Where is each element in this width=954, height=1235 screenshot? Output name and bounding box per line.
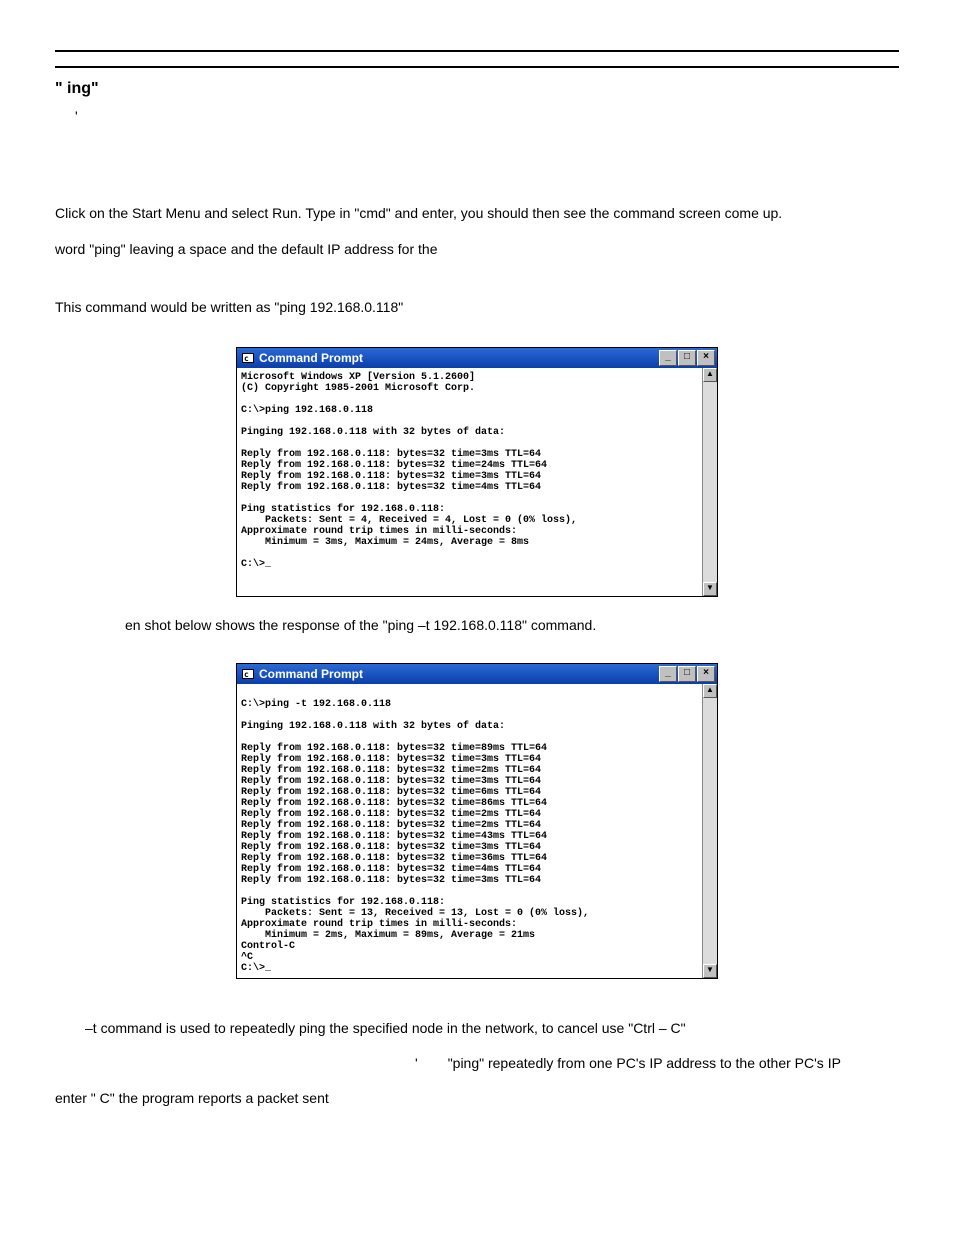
minimize-button[interactable]: _ xyxy=(659,666,677,682)
terminal-output[interactable]: Microsoft Windows XP [Version 5.1.2600] … xyxy=(237,368,717,596)
scroll-down-button[interactable]: ▼ xyxy=(703,964,717,978)
terminal-output[interactable]: C:\>ping -t 192.168.0.118 Pinging 192.16… xyxy=(237,684,717,978)
maximize-button[interactable]: □ xyxy=(678,350,696,366)
scroll-up-button[interactable]: ▲ xyxy=(703,368,717,382)
paragraph-3: This command would be written as "ping 1… xyxy=(55,298,899,316)
scroll-up-button[interactable]: ▲ xyxy=(703,684,717,698)
vertical-scrollbar[interactable]: ▲ ▼ xyxy=(702,368,717,596)
divider-top xyxy=(55,50,899,52)
maximize-button[interactable]: □ xyxy=(678,666,696,682)
close-button[interactable]: × xyxy=(697,350,715,366)
titlebar[interactable]: c Command Prompt _ □ × xyxy=(237,348,717,368)
window-controls: _ □ × xyxy=(659,666,715,682)
cmd-icon: c xyxy=(241,351,255,365)
command-prompt-window-2: c Command Prompt _ □ × C:\>ping -t 192.1… xyxy=(236,663,718,979)
vertical-scrollbar[interactable]: ▲ ▼ xyxy=(702,684,717,978)
command-prompt-window-1: c Command Prompt _ □ × Microsoft Windows… xyxy=(236,347,718,597)
paragraph-1: Click on the Start Menu and select Run. … xyxy=(55,204,899,222)
svg-text:c: c xyxy=(244,354,249,363)
scroll-down-button[interactable]: ▼ xyxy=(703,582,717,596)
close-button[interactable]: × xyxy=(697,666,715,682)
paragraph-2: word "ping" leaving a space and the defa… xyxy=(55,240,899,258)
paragraph-6: enter " C" the program reports a packet … xyxy=(55,1089,899,1107)
stray-apostrophe: ' xyxy=(75,108,899,124)
svg-text:c: c xyxy=(244,670,249,679)
window-title: Command Prompt xyxy=(259,667,659,681)
paragraph-4: –t command is used to repeatedly ping th… xyxy=(85,1019,899,1037)
window-controls: _ □ × xyxy=(659,350,715,366)
divider-second xyxy=(55,66,899,68)
titlebar[interactable]: c Command Prompt _ □ × xyxy=(237,664,717,684)
caption-2: en shot below shows the response of the … xyxy=(125,617,899,633)
minimize-button[interactable]: _ xyxy=(659,350,677,366)
stray-apostrophe-2: ' xyxy=(415,1055,418,1071)
window-title: Command Prompt xyxy=(259,351,659,365)
paragraph-5: "ping" repeatedly from one PC's IP addre… xyxy=(448,1055,841,1071)
cmd-icon: c xyxy=(241,667,255,681)
section-heading: " ing" xyxy=(55,80,899,98)
